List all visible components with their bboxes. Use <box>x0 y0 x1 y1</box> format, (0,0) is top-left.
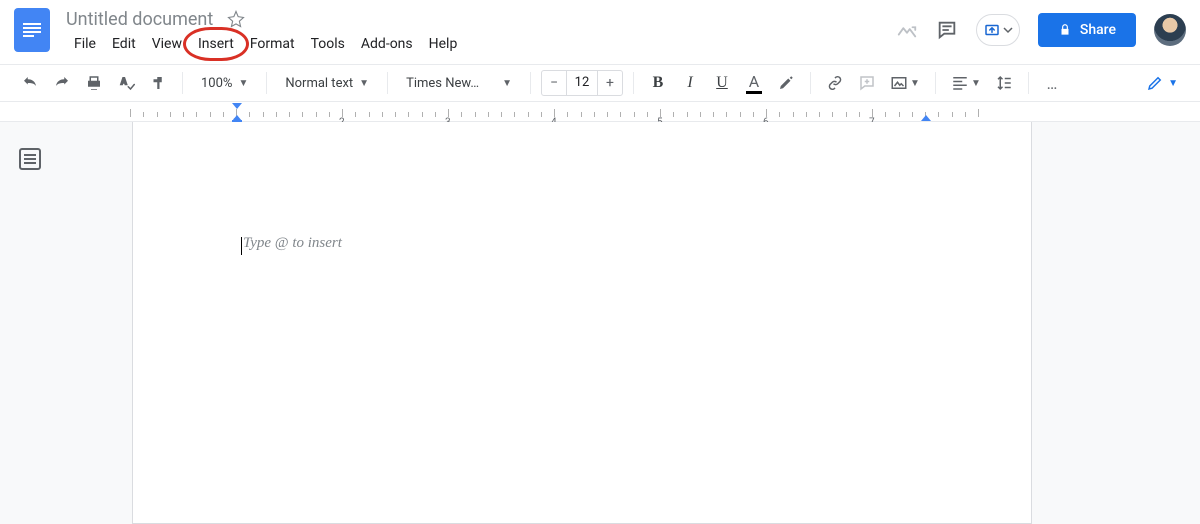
chevron-down-icon: ▼ <box>910 78 920 89</box>
menu-tools[interactable]: Tools <box>303 33 353 55</box>
menu-edit[interactable]: Edit <box>104 33 144 55</box>
document-title[interactable]: Untitled document <box>66 9 213 30</box>
style-select[interactable]: Normal text ▼ <box>277 69 377 97</box>
menubar: File Edit View Insert Format Tools Add-o… <box>66 32 896 56</box>
size-decrease[interactable]: − <box>542 75 566 91</box>
size-increase[interactable]: + <box>598 75 622 91</box>
print-button[interactable] <box>80 69 108 97</box>
menu-insert[interactable]: Insert <box>190 33 242 55</box>
redo-button[interactable] <box>48 69 76 97</box>
link-button[interactable] <box>821 69 849 97</box>
chevron-down-icon: ▼ <box>971 78 981 89</box>
more-button[interactable]: … <box>1039 69 1067 97</box>
docs-logo[interactable] <box>14 8 50 52</box>
lock-icon <box>1058 23 1072 37</box>
spellcheck-button[interactable] <box>112 69 140 97</box>
pencil-icon <box>1146 74 1164 92</box>
addcomment-button[interactable] <box>853 69 881 97</box>
menu-addons[interactable]: Add-ons <box>353 33 421 55</box>
linespacing-button[interactable] <box>990 69 1018 97</box>
image-button[interactable]: ▼ <box>885 69 925 97</box>
toolbar: 100% ▼ Normal text ▼ Times New… ▼ − 12 +… <box>0 64 1200 102</box>
activity-icon[interactable] <box>896 19 918 41</box>
present-button[interactable] <box>976 14 1020 46</box>
menu-format[interactable]: Format <box>242 33 303 55</box>
outline-icon[interactable] <box>19 148 41 170</box>
style-value: Normal text <box>285 76 353 91</box>
placeholder-text: Type @ to insert <box>243 235 342 252</box>
underline-button[interactable]: U <box>708 69 736 97</box>
font-select[interactable]: Times New… ▼ <box>398 69 520 97</box>
bold-button[interactable]: B <box>644 69 672 97</box>
font-size-stepper[interactable]: − 12 + <box>541 70 623 96</box>
chevron-down-icon: ▼ <box>1168 78 1178 89</box>
chevron-down-icon: ▼ <box>502 78 512 89</box>
ruler[interactable]: 1234567 <box>0 102 1200 122</box>
font-value: Times New… <box>406 76 496 91</box>
menu-file[interactable]: File <box>66 33 104 55</box>
paintformat-button[interactable] <box>144 69 172 97</box>
mode-button[interactable]: ▼ <box>1140 70 1184 96</box>
chevron-down-icon: ▼ <box>359 78 369 89</box>
comments-icon[interactable] <box>936 19 958 41</box>
undo-button[interactable] <box>16 69 44 97</box>
present-caret-icon <box>1003 25 1013 35</box>
avatar[interactable] <box>1154 14 1186 46</box>
italic-button[interactable]: I <box>676 69 704 97</box>
textcolor-button[interactable]: A <box>740 69 768 97</box>
highlight-button[interactable] <box>772 69 800 97</box>
chevron-down-icon: ▼ <box>238 78 248 89</box>
star-icon[interactable] <box>227 10 245 28</box>
zoom-select[interactable]: 100% ▼ <box>193 69 256 97</box>
text-caret <box>241 237 242 255</box>
size-value[interactable]: 12 <box>566 71 598 95</box>
zoom-value: 100% <box>201 76 232 91</box>
share-button[interactable]: Share <box>1038 13 1136 47</box>
menu-help[interactable]: Help <box>421 33 466 55</box>
align-button[interactable]: ▼ <box>946 69 986 97</box>
share-label: Share <box>1080 22 1116 38</box>
document-page[interactable]: Type @ to insert <box>132 122 1032 524</box>
